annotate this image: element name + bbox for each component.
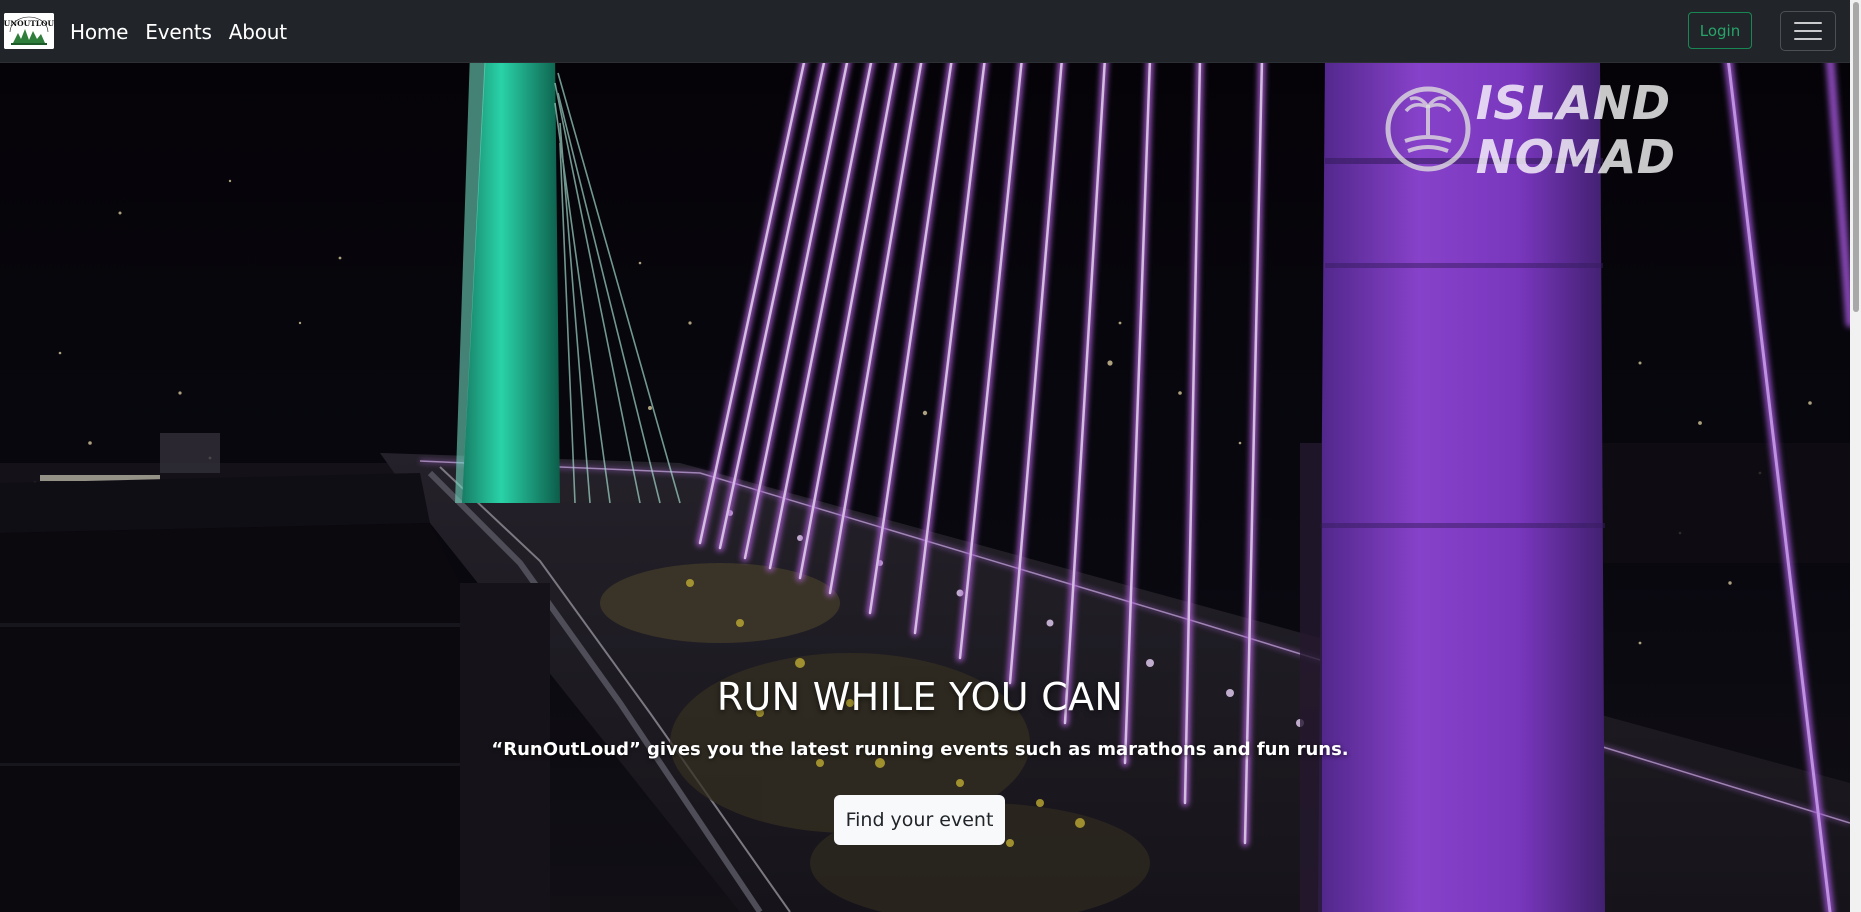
top-navbar: RUNOUTLOUD Home Events About Login [0, 0, 1850, 63]
hamburger-icon-line [1794, 22, 1822, 24]
scrollbar-thumb[interactable] [1853, 2, 1859, 312]
hamburger-icon-line [1794, 30, 1822, 32]
hamburger-icon-line [1794, 38, 1822, 40]
nav-link-about[interactable]: About [229, 20, 287, 44]
find-event-button[interactable]: Find your event [834, 795, 1005, 845]
hero-section: ISLAND NOMAD RUN WHILE YOU CAN “RunOutLo… [0, 63, 1850, 912]
nav-link-home[interactable]: Home [70, 20, 128, 44]
login-button[interactable]: Login [1688, 12, 1752, 49]
brand-logo-text: RUNOUTLOUD [4, 19, 54, 28]
hero-subtitle: “RunOutLoud” gives you the latest runnin… [491, 739, 1349, 760]
nav-link-events[interactable]: Events [145, 20, 212, 44]
sponsor-text: ISLAND NOMAD [1475, 76, 1676, 184]
hero-title: RUN WHILE YOU CAN [716, 675, 1124, 719]
nav-links: Home Events About [70, 0, 287, 63]
menu-toggle-button[interactable] [1780, 11, 1836, 51]
brand-logo[interactable]: RUNOUTLOUD [4, 13, 54, 49]
hero-background-image [0, 63, 1850, 912]
sponsor-watermark: ISLAND NOMAD [1386, 76, 1850, 184]
